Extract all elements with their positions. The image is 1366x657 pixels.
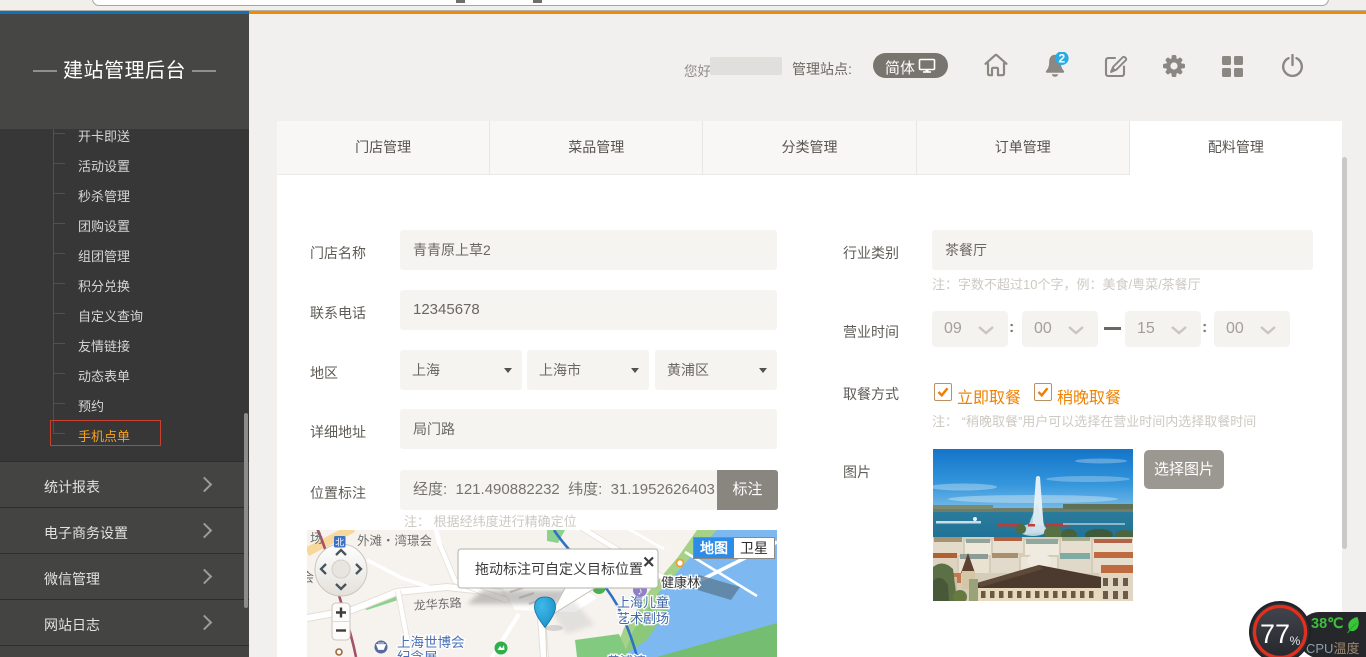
svg-text:北: 北 — [335, 537, 344, 547]
svg-text:卫星: 卫星 — [740, 540, 768, 556]
svg-text:%: % — [1290, 634, 1301, 648]
svg-text:龙华东路: 龙华东路 — [413, 595, 462, 613]
svg-text:会: 会 — [307, 570, 314, 585]
svg-text:艺术剧场: 艺术剧场 — [617, 611, 669, 626]
svg-text:77: 77 — [1260, 619, 1290, 649]
svg-text:场: 场 — [310, 531, 323, 546]
svg-text:拖动标注可自定义目标位置: 拖动标注可自定义目标位置 — [475, 561, 643, 577]
svg-text:上海儿童: 上海儿童 — [617, 595, 669, 610]
svg-text:2: 2 — [1058, 52, 1065, 66]
svg-text:健康林: 健康林 — [661, 575, 700, 590]
svg-text:外滩・湾璟会: 外滩・湾璟会 — [357, 533, 433, 548]
svg-text:地图: 地图 — [700, 540, 728, 556]
svg-text:上海世博会: 上海世博会 — [397, 634, 465, 650]
svg-text:纪念展: 纪念展 — [397, 649, 438, 657]
